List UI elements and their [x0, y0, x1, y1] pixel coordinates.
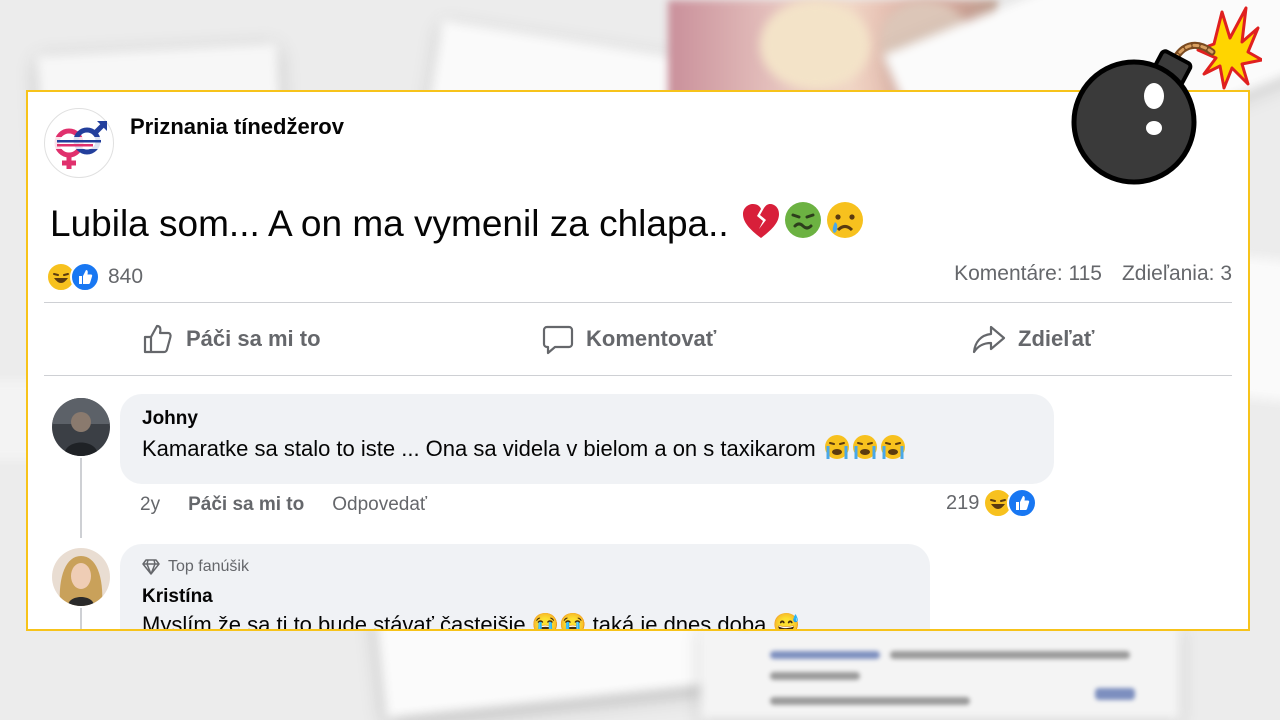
- background-blur-line: [770, 672, 860, 680]
- comment-bubble: Top fanúšik Kristína Myslím že sa ti to …: [120, 544, 930, 631]
- comment-avatar[interactable]: [52, 398, 110, 456]
- thumbs-up-icon: [143, 324, 172, 354]
- background-photo: [760, 0, 870, 90]
- diamond-icon: [142, 559, 160, 575]
- comment-author[interactable]: Kristína: [142, 586, 908, 608]
- background-blur-line: [770, 697, 970, 705]
- speech-bubble-icon: [542, 325, 574, 355]
- comment-text-body: Kamaratke sa stalo to iste ... Ona sa vi…: [142, 436, 816, 461]
- comment-button-label: Komentovať: [586, 326, 717, 351]
- comment-age[interactable]: 2y: [140, 494, 160, 516]
- loudly-crying-emoji: [824, 434, 850, 466]
- like-button-label: Páči sa mi to: [186, 326, 321, 351]
- top-fan-label: Top fanúšik: [168, 558, 249, 575]
- comment-reaction-count: 219: [946, 491, 980, 514]
- shares-count[interactable]: Zdieľania: 3: [1122, 262, 1232, 286]
- page-logo-icon: [53, 121, 107, 169]
- page-name[interactable]: Priznania tínedžerov: [130, 114, 344, 140]
- comment-text: Kamaratke sa stalo to iste ... Ona sa vi…: [142, 434, 1032, 466]
- share-button[interactable]: Zdieľať: [972, 324, 1094, 354]
- comment-text: Myslím že sa ti to bude stávať častejšie…: [142, 612, 800, 631]
- divider: [44, 302, 1232, 303]
- comment-reply-link[interactable]: Odpovedať: [332, 494, 427, 516]
- background-blur-line: [1095, 688, 1135, 700]
- bomb-icon: [1071, 6, 1262, 185]
- loudly-crying-emoji: [852, 434, 878, 466]
- like-reaction-icon: [1007, 488, 1038, 518]
- comment-avatar[interactable]: [52, 548, 110, 606]
- top-fan-badge: Top fanúšik: [142, 558, 908, 576]
- post-text-body: Lubila som... A on ma vymenil za chlapa.…: [50, 203, 729, 244]
- page-avatar[interactable]: [44, 108, 114, 178]
- loudly-crying-emoji: [880, 434, 906, 466]
- like-button[interactable]: Páči sa mi to: [142, 324, 321, 354]
- background-blur-line: [770, 651, 880, 659]
- background-blur-line: [890, 651, 1130, 659]
- post-reactions[interactable]: 840: [46, 262, 143, 292]
- share-arrow-icon: [972, 325, 1006, 354]
- comment-reactions[interactable]: 219: [946, 488, 1038, 518]
- post-text: Lubila som... A on ma vymenil za chlapa.…: [50, 200, 865, 249]
- comment-bubble: Johny Kamaratke sa stalo to iste ... Ona…: [120, 394, 1054, 484]
- reply-thread-line: [80, 608, 82, 629]
- comment-meta: 2y Páči sa mi to Odpovedať: [140, 494, 427, 516]
- comment-like-link[interactable]: Páči sa mi to: [188, 494, 304, 516]
- broken-heart-emoji: [741, 202, 781, 249]
- crying-face-emoji: [825, 200, 865, 249]
- comments-count[interactable]: Komentáre: 115: [954, 262, 1102, 286]
- like-reaction-icon: [70, 262, 100, 292]
- post-stats: Komentáre: 115 Zdieľania: 3: [954, 262, 1232, 286]
- reaction-count: 840: [108, 265, 144, 288]
- comment-button[interactable]: Komentovať: [542, 324, 717, 355]
- divider: [44, 375, 1232, 376]
- share-button-label: Zdieľať: [1018, 326, 1095, 351]
- nauseated-face-emoji: [783, 200, 823, 249]
- reply-thread-line: [80, 458, 82, 538]
- comment-author[interactable]: Johny: [142, 408, 1032, 430]
